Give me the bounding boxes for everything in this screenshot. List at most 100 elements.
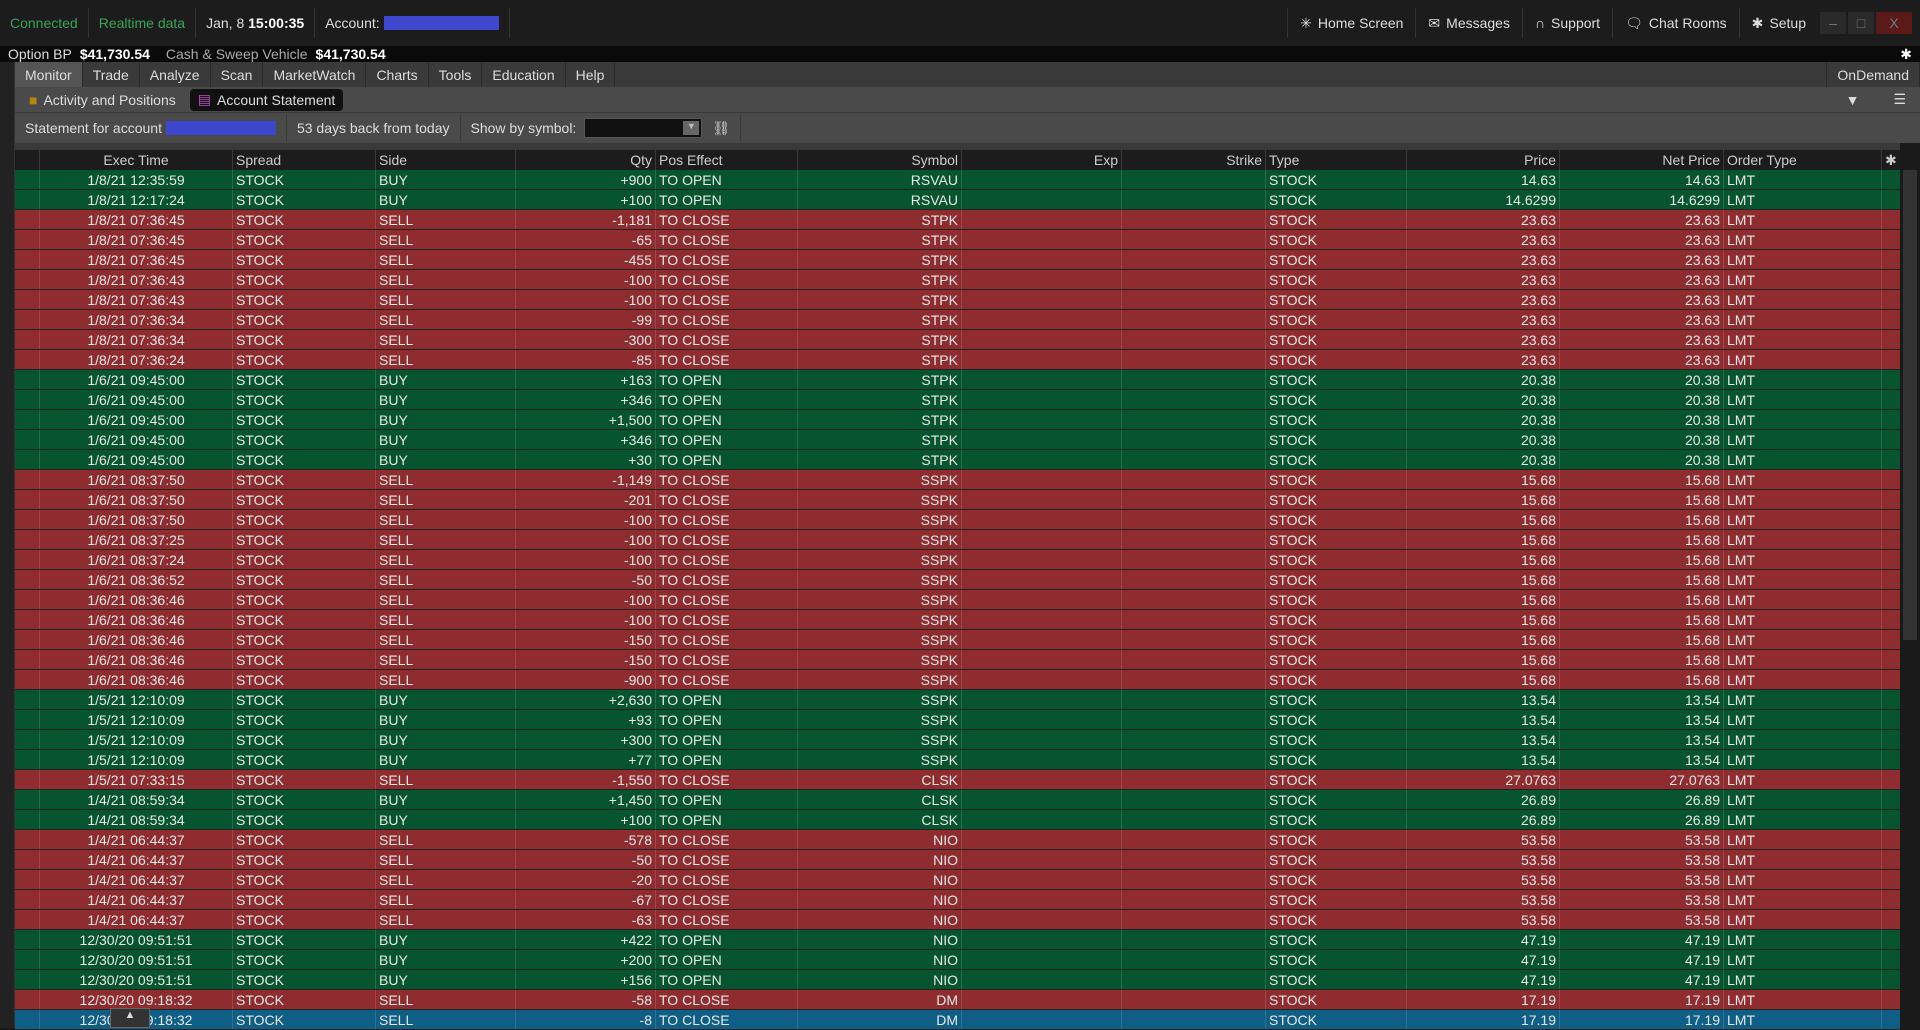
table-row[interactable]: 12/30/20 09:18:32 STOCK SELL -8 TO CLOSE DM ST… [15, 1010, 1900, 1030]
table-row[interactable]: 1/6/21 08:37:50 STOCK SELL -1,149 TO CLOSE SS… [15, 470, 1900, 490]
table-row[interactable]: 1/8/21 07:36:45 STOCK SELL -1,181 TO CLOSE ST… [15, 210, 1900, 230]
table-row[interactable]: 1/6/21 08:36:46 STOCK SELL -150 TO CLOSE SSPK… [15, 630, 1900, 650]
table-row[interactable]: 1/8/21 07:36:45 STOCK SELL -65 TO CLOSE STPK S… [15, 230, 1900, 250]
column-header[interactable] [15, 150, 40, 170]
close-button[interactable]: X [1876, 12, 1912, 34]
tab-account-statement[interactable]: ▤ Account Statement [189, 88, 344, 111]
symbol-dropdown[interactable]: ▼ [584, 118, 703, 138]
column-header[interactable]: Exec Time [40, 150, 233, 170]
menu-marketwatch[interactable]: MarketWatch [263, 62, 367, 87]
column-header[interactable]: Spread [233, 150, 376, 170]
table-row[interactable]: 12/30/20 09:51:51 STOCK BUY +200 TO OPEN NIO S… [15, 950, 1900, 970]
table-row[interactable]: 1/6/21 09:45:00 STOCK BUY +163 TO OPEN STPK ST… [15, 370, 1900, 390]
gear-icon[interactable]: ✱ [1892, 46, 1920, 63]
table-row[interactable]: 1/6/21 08:36:46 STOCK SELL -100 TO CLOSE SSPK… [15, 610, 1900, 630]
column-header[interactable]: Exp [962, 150, 1122, 170]
column-header[interactable]: Strike [1122, 150, 1266, 170]
table-row[interactable]: 1/6/21 08:36:52 STOCK SELL -50 TO CLOSE SSPK S… [15, 570, 1900, 590]
link-icon[interactable]: ⛓ [712, 120, 730, 137]
menu-charts[interactable]: Charts [366, 62, 429, 87]
table-row[interactable]: 1/8/21 07:36:34 STOCK SELL -99 TO CLOSE STPK S… [15, 310, 1900, 330]
left-panel-edge[interactable] [0, 62, 15, 1028]
scrollbar[interactable] [1900, 150, 1920, 1028]
minimize-button[interactable]: – [1820, 12, 1846, 34]
column-header[interactable]: Symbol [798, 150, 962, 170]
cell-price: 20.38 [1407, 430, 1560, 449]
cell-exec-time: 1/6/21 09:45:00 [40, 390, 233, 409]
table-row[interactable]: 12/30/20 09:51:51 STOCK BUY +422 TO OPEN NIO S… [15, 930, 1900, 950]
column-header[interactable]: Side [376, 150, 516, 170]
table-row[interactable]: 1/6/21 09:45:00 STOCK BUY +346 TO OPEN STPK ST… [15, 430, 1900, 450]
column-header[interactable]: Net Price [1560, 150, 1724, 170]
menu-scan[interactable]: Scan [211, 62, 264, 87]
setup-button[interactable]: ✱ Setup [1738, 8, 1818, 38]
home-screen-button[interactable]: ✳ Home Screen [1287, 8, 1415, 38]
scroll-to-top-button[interactable]: ▲ [110, 1008, 150, 1028]
cell-exec-time: 1/8/21 07:36:43 [40, 290, 233, 309]
support-button[interactable]: ∩ Support [1521, 8, 1612, 38]
menu-help[interactable]: Help [566, 62, 616, 87]
row-marker [15, 790, 40, 809]
column-header[interactable]: Qty [516, 150, 656, 170]
table-row[interactable]: 1/8/21 12:35:59 STOCK BUY +900 TO OPEN RSVAU S… [15, 170, 1900, 190]
account-filter[interactable]: Statement for account [15, 115, 287, 141]
table-row[interactable]: 1/8/21 07:36:34 STOCK SELL -300 TO CLOSE STPK… [15, 330, 1900, 350]
table-row[interactable]: 1/6/21 09:45:00 STOCK BUY +1,500 TO OPEN STPK… [15, 410, 1900, 430]
tab-activity-positions[interactable]: ■ Activity and Positions [21, 89, 184, 111]
table-row[interactable]: 1/4/21 08:59:34 STOCK BUY +1,450 TO OPEN CLSK… [15, 790, 1900, 810]
column-header[interactable]: Type [1266, 150, 1407, 170]
table-row[interactable]: 1/8/21 07:36:45 STOCK SELL -455 TO CLOSE STPK… [15, 250, 1900, 270]
table-row[interactable]: 1/6/21 09:45:00 STOCK BUY +30 TO OPEN STPK STO… [15, 450, 1900, 470]
table-row[interactable]: 1/6/21 08:37:50 STOCK SELL -100 TO CLOSE SSPK… [15, 510, 1900, 530]
messages-button[interactable]: ✉ Messages [1415, 8, 1522, 38]
account-selector[interactable]: Account: [315, 8, 510, 38]
table-row[interactable]: 1/6/21 09:45:00 STOCK BUY +346 TO OPEN STPK ST… [15, 390, 1900, 410]
cell-net-price: 26.89 [1560, 810, 1724, 829]
column-settings-icon[interactable]: ✱ [1882, 150, 1900, 170]
collapse-icon[interactable]: ▼ [1826, 92, 1880, 108]
table-row[interactable]: 1/5/21 12:10:09 STOCK BUY +93 TO OPEN SSPK STO… [15, 710, 1900, 730]
table-row[interactable]: 1/4/21 06:44:37 STOCK SELL -578 TO CLOSE NIO S… [15, 830, 1900, 850]
table-row[interactable]: 12/30/20 09:51:51 STOCK BUY +156 TO OPEN NIO S… [15, 970, 1900, 990]
table-row[interactable]: 1/6/21 08:36:46 STOCK SELL -900 TO CLOSE SSPK… [15, 670, 1900, 690]
realtime-status[interactable]: Realtime data [89, 8, 197, 38]
menu-tools[interactable]: Tools [429, 62, 483, 87]
cell-order-type: LMT [1724, 750, 1882, 769]
column-header[interactable]: Price [1407, 150, 1560, 170]
table-row[interactable]: 1/6/21 08:37:50 STOCK SELL -201 TO CLOSE SSPK… [15, 490, 1900, 510]
menu-monitor[interactable]: Monitor [15, 62, 83, 87]
table-row[interactable]: 1/6/21 08:36:46 STOCK SELL -100 TO CLOSE SSPK… [15, 590, 1900, 610]
home-label: Home Screen [1317, 15, 1404, 31]
menu-trade[interactable]: Trade [83, 62, 140, 87]
table-row[interactable]: 1/5/21 07:33:15 STOCK SELL -1,550 TO CLOSE CL… [15, 770, 1900, 790]
menu-list-icon[interactable]: ☰ [1879, 91, 1920, 108]
table-row[interactable]: 1/8/21 07:36:43 STOCK SELL -100 TO CLOSE STPK… [15, 270, 1900, 290]
table-row[interactable]: 1/8/21 07:36:43 STOCK SELL -100 TO CLOSE STPK… [15, 290, 1900, 310]
column-header[interactable]: Pos Effect [656, 150, 798, 170]
table-row[interactable]: 1/6/21 08:37:25 STOCK SELL -100 TO CLOSE SSPK… [15, 530, 1900, 550]
table-row[interactable]: 1/8/21 12:17:24 STOCK BUY +100 TO OPEN RSVAU S… [15, 190, 1900, 210]
table-row[interactable]: 1/8/21 07:36:24 STOCK SELL -85 TO CLOSE STPK S… [15, 350, 1900, 370]
table-row[interactable]: 1/4/21 06:44:37 STOCK SELL -67 TO CLOSE NIO ST… [15, 890, 1900, 910]
table-row[interactable]: 1/6/21 08:36:46 STOCK SELL -150 TO CLOSE SSPK… [15, 650, 1900, 670]
cell-pos-effect: TO CLOSE [656, 530, 798, 549]
table-row[interactable]: 1/5/21 12:10:09 STOCK BUY +77 TO OPEN SSPK STO… [15, 750, 1900, 770]
table-row[interactable]: 12/30/20 09:18:32 STOCK SELL -58 TO CLOSE DM S… [15, 990, 1900, 1010]
ondemand-button[interactable]: OnDemand [1826, 62, 1920, 87]
column-header[interactable]: Order Type [1724, 150, 1882, 170]
days-back-selector[interactable]: 53 days back from today [287, 115, 461, 141]
menu-education[interactable]: Education [482, 62, 566, 87]
maximize-button[interactable]: □ [1848, 12, 1874, 34]
option-bp-label[interactable]: Option BP [0, 46, 80, 62]
chat-rooms-button[interactable]: 🗨 Chat Rooms [1612, 8, 1739, 38]
table-row[interactable]: 1/4/21 06:44:37 STOCK SELL -20 TO CLOSE NIO ST… [15, 870, 1900, 890]
table-row[interactable]: 1/4/21 06:44:37 STOCK SELL -63 TO CLOSE NIO ST… [15, 910, 1900, 930]
cell-symbol: STPK [798, 230, 962, 249]
table-row[interactable]: 1/6/21 08:37:24 STOCK SELL -100 TO CLOSE SSPK… [15, 550, 1900, 570]
table-row[interactable]: 1/4/21 06:44:37 STOCK SELL -50 TO CLOSE NIO ST… [15, 850, 1900, 870]
table-row[interactable]: 1/5/21 12:10:09 STOCK BUY +300 TO OPEN SSPK ST… [15, 730, 1900, 750]
table-row[interactable]: 1/4/21 08:59:34 STOCK BUY +100 TO OPEN CLSK ST… [15, 810, 1900, 830]
scrollbar-thumb[interactable] [1903, 170, 1917, 640]
table-row[interactable]: 1/5/21 12:10:09 STOCK BUY +2,630 TO OPEN SSPK… [15, 690, 1900, 710]
menu-analyze[interactable]: Analyze [140, 62, 211, 87]
